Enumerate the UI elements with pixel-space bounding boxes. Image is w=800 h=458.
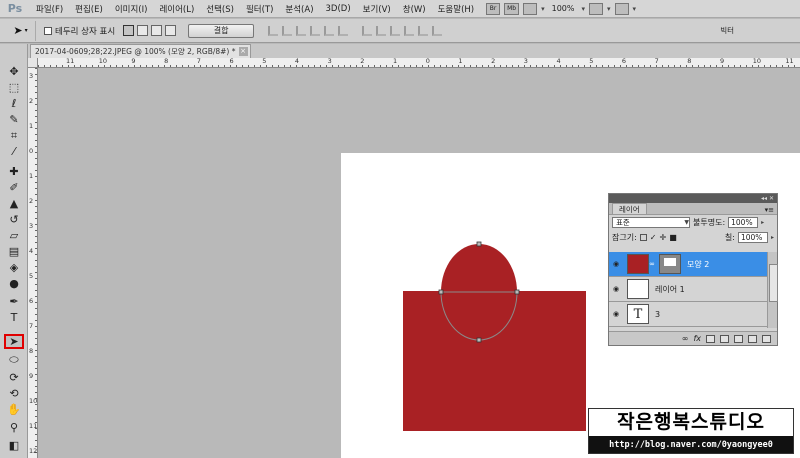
blend-mode-value: 표준 [616,218,630,227]
lock-position-icon[interactable]: ✛ [659,233,666,242]
add-mask-icon[interactable] [706,334,715,343]
layer-list: ◉ ∞ 모양 2 ◉ 레이어 1 ◉ T 3 [609,252,769,328]
opacity-label: 불투명도: [693,218,726,227]
lock-transparency-icon[interactable] [639,234,647,241]
blend-mode-select[interactable]: 표준 ▼ [612,217,690,228]
anchor-point-top[interactable] [476,241,482,247]
layer-row-text-3[interactable]: ◉ T 3 [609,302,769,327]
adjustment-layer-icon[interactable] [720,334,729,343]
layers-scrollbar[interactable] [767,252,778,328]
watermark: 작은행복스튜디오 http://blog.naver.com/0yaongyee… [588,408,794,454]
link-layers-icon[interactable]: ∞ [682,334,689,343]
chevron-right-icon[interactable]: ▸ [771,234,774,241]
new-layer-icon[interactable] [748,334,757,343]
fill-input[interactable]: 100% [737,232,768,243]
anchor-point-left[interactable] [438,289,444,295]
layer-row-layer-1[interactable]: ◉ 레이어 1 [609,277,769,302]
layer-name[interactable]: 3 [655,310,660,319]
fill-label: 칠: [724,233,735,242]
eye-icon[interactable]: ◉ [609,260,623,268]
new-group-icon[interactable] [734,334,743,343]
layer-name[interactable]: 레이어 1 [655,284,685,295]
tab-layers[interactable]: 레이어 [612,203,647,214]
anchor-point-bottom[interactable] [476,337,482,343]
text-layer-thumbnail[interactable]: T [627,304,649,324]
chevron-right-icon[interactable]: ▸ [761,219,764,226]
lock-all-icon[interactable]: ■ [669,233,677,242]
trash-icon[interactable] [762,334,771,343]
lock-label: 잠그기: [612,233,637,242]
watermark-url: http://blog.naver.com/0yaongyee0 [589,436,793,453]
layer-row-shape-2[interactable]: ◉ ∞ 모양 2 [609,252,769,277]
opacity-input[interactable]: 100% [728,217,759,228]
layer-thumbnail[interactable] [627,279,649,299]
shape-layer-thumbnail[interactable] [627,254,649,274]
panel-menu-icon[interactable]: ▾≡ [765,206,777,214]
lock-image-icon[interactable]: ✓ [650,233,657,242]
link-icon[interactable]: ∞ [649,260,655,268]
layer-style-icon[interactable]: fx [693,334,701,343]
chevron-down-icon: ▼ [684,219,689,226]
layers-panel-footer: ∞ fx [609,331,777,345]
vector-mask-thumbnail[interactable] [659,254,681,274]
watermark-title: 작은행복스튜디오 [617,411,765,433]
anchor-point-right[interactable] [514,289,520,295]
layers-panel: ◂◂ ✕ 레이어 ▾≡ 표준 ▼ 불투명도: 100% ▸ 잠그기: ✓ ✛ ■… [608,193,778,346]
layer-name[interactable]: 모양 2 [687,259,709,270]
panel-collapse-bar[interactable]: ◂◂ ✕ [609,194,777,203]
eye-icon[interactable]: ◉ [609,310,623,318]
eye-icon[interactable]: ◉ [609,285,623,293]
